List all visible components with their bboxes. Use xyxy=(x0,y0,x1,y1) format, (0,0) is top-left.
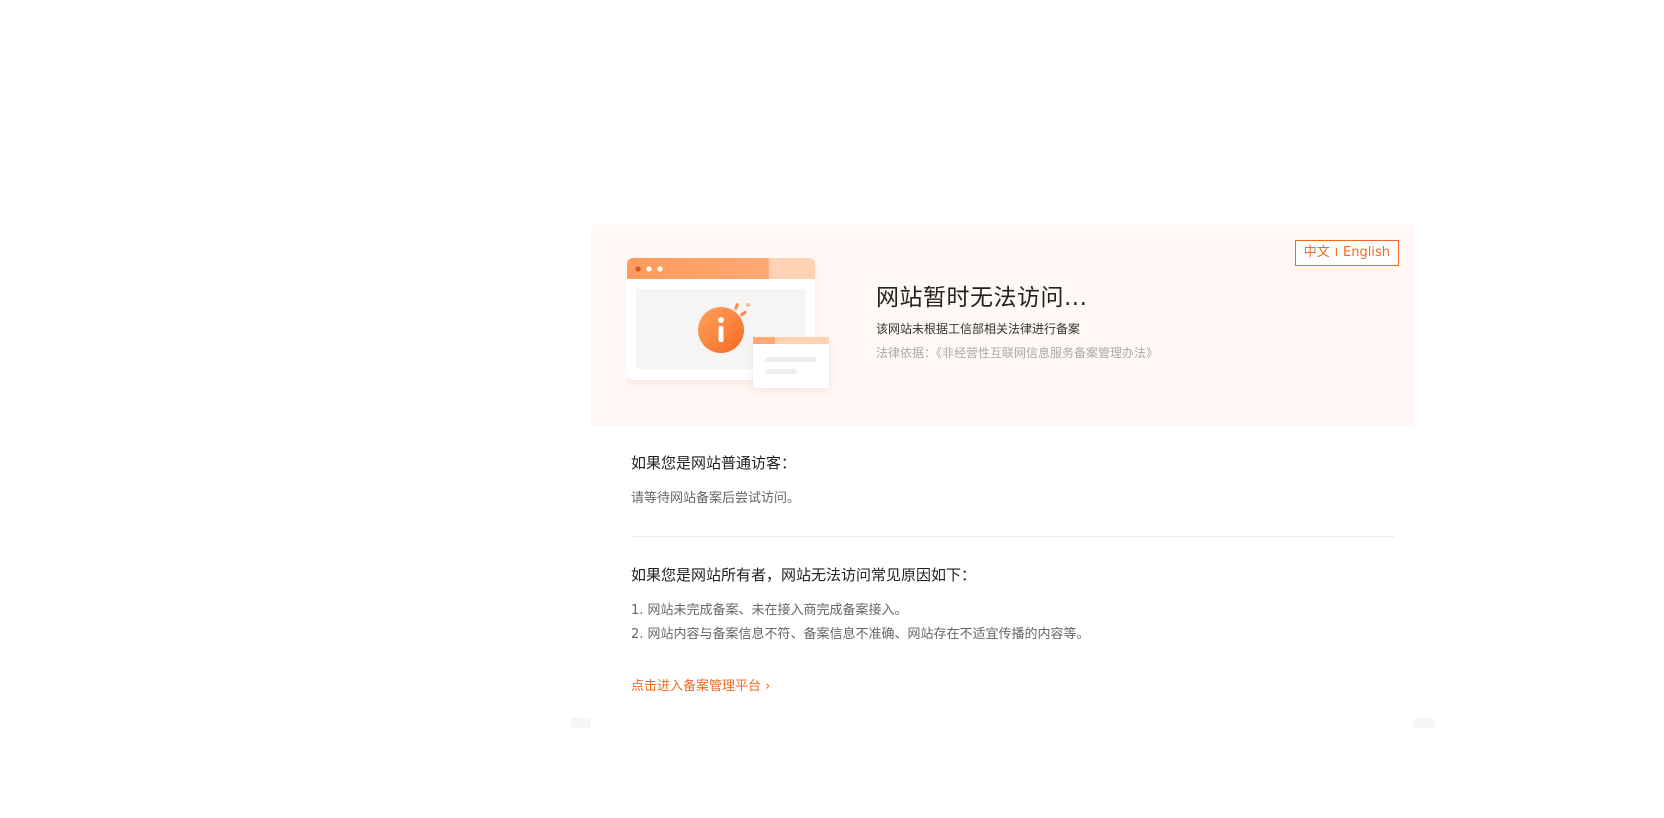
reason-item: 1. 网站未完成备案、未在接入商完成备案接入。 xyxy=(631,603,908,618)
card-shadow-right xyxy=(1414,718,1434,728)
lang-english-option[interactable]: English xyxy=(1343,241,1390,265)
card-shadow-left xyxy=(571,718,591,728)
page: 中文 I English 网站暂时无法访问... 该网站未根据工信部相关法律进行… xyxy=(0,0,1664,818)
browser-window-info-icon xyxy=(627,258,829,388)
notice-card: 中文 I English 网站暂时无法访问... 该网站未根据工信部相关法律进行… xyxy=(591,225,1414,725)
notice-banner: 中文 I English 网站暂时无法访问... 该网站未根据工信部相关法律进行… xyxy=(591,225,1414,426)
legal-basis-text: 法律依据：《非经营性互联网信息服务备案管理办法》 xyxy=(876,346,1159,360)
filing-platform-link-label: 点击进入备案管理平台 xyxy=(631,679,762,694)
visitor-heading: 如果您是网站普通访客： xyxy=(631,454,797,472)
section-divider xyxy=(631,536,1395,537)
page-title: 网站暂时无法访问... xyxy=(876,285,1088,311)
lang-chinese-option[interactable]: 中文 xyxy=(1304,241,1330,265)
reason-item: 2. 网站内容与备案信息不符、备案信息不准确、网站存在不适宜传播的内容等。 xyxy=(631,627,1090,642)
owner-heading: 如果您是网站所有者，网站无法访问常见原因如下： xyxy=(631,566,977,584)
chevron-right-icon: › xyxy=(765,679,771,694)
language-switch[interactable]: 中文 I English xyxy=(1294,240,1399,266)
visitor-text: 请等待网站备案后尝试访问。 xyxy=(631,491,801,506)
notice-subtitle: 该网站未根据工信部相关法律进行备案 xyxy=(876,322,1081,336)
lang-separator: I xyxy=(1334,246,1339,259)
filing-platform-link[interactable]: 点击进入备案管理平台 › xyxy=(631,675,770,694)
